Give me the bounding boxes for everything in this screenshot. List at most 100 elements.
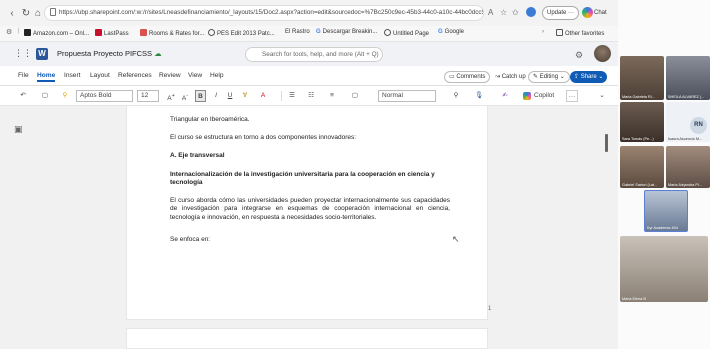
avatar[interactable] <box>594 45 611 62</box>
bookmarks-bar: ⚙ | Amazon.com – Onl... LastPass Rooms &… <box>0 26 618 42</box>
divider: | <box>18 28 20 34</box>
font-name-select[interactable]: Aptos Bold <box>76 90 133 102</box>
chat-button[interactable]: Chat <box>580 6 610 20</box>
font-size-select[interactable]: 12 <box>137 90 159 102</box>
tab-help[interactable]: Help <box>210 72 224 79</box>
globe-icon <box>208 29 215 36</box>
screen: { "browser": { "url": "https://ubp.share… <box>0 0 710 349</box>
back-icon[interactable]: ‹ <box>6 8 18 19</box>
catch-up-button[interactable]: ↝ Catch up <box>490 71 531 83</box>
doc-paragraph: El curso aborda cómo las universidades p… <box>170 197 450 221</box>
underline-button[interactable]: U <box>225 90 235 102</box>
page-number: 1 <box>488 306 492 312</box>
favorites-icon[interactable]: ✩ <box>512 8 519 17</box>
share-button[interactable]: ⇪ Share ⌄ <box>570 71 608 83</box>
chevron-down-icon[interactable]: ⌄ <box>598 90 606 102</box>
chevron-right-icon[interactable]: › <box>542 29 544 35</box>
gear-icon[interactable]: ⚙ <box>575 50 583 61</box>
catch-up-icon: ↝ <box>495 74 502 80</box>
find-icon[interactable]: ⚲ <box>451 90 461 102</box>
video-call-panel: Maria Gabriela Ri... SHEILA ALVAREZ (...… <box>618 0 710 349</box>
bullets-icon[interactable]: ☰ <box>287 90 297 102</box>
more-options-button[interactable]: ··· <box>566 90 578 102</box>
document-title[interactable]: Propuesta Proyecto PIFCSS ☁ <box>57 49 162 58</box>
grow-font-icon[interactable]: A+ <box>166 90 176 102</box>
style-select[interactable]: Normal <box>378 90 436 102</box>
favorite-star-icon[interactable]: ☆ <box>500 8 507 17</box>
participant-tile-large[interactable]: Maria Elena B <box>620 236 708 302</box>
format-painter-icon[interactable]: ⚲ <box>60 90 70 102</box>
home-toolbar: ↶ ▢ ⚲ Aptos Bold 12 A+ A- B I U ∀ A ☰ ☷ … <box>0 86 618 106</box>
url-input[interactable]: https://ubp.sharepoint.com/:w:/r/sites/L… <box>44 5 484 21</box>
bookmark-untitled[interactable]: Untitled Page <box>384 29 429 37</box>
scrollbar-thumb[interactable] <box>605 134 608 152</box>
undo-icon[interactable]: ↶ <box>18 90 28 102</box>
tab-insert[interactable]: Insert <box>64 72 81 79</box>
cloud-sync-icon: ☁ <box>154 49 162 58</box>
lastpass-icon <box>95 29 102 36</box>
tab-home[interactable]: Home <box>37 72 56 82</box>
participant-tile[interactable]: Maria Alejandra Pi... <box>666 146 710 188</box>
bookmark-lastpass[interactable]: LastPass <box>95 29 129 37</box>
bookmark-google[interactable]: G Google <box>438 29 464 35</box>
pencil-icon: ✎ <box>533 74 540 80</box>
tab-layout[interactable]: Layout <box>90 72 110 79</box>
read-aloud-icon[interactable]: A <box>488 8 493 17</box>
participant-tile[interactable]: Gabriel Sartori (Lat... <box>620 146 664 188</box>
participant-tile[interactable]: SHEILA ALVAREZ (... <box>666 56 710 100</box>
participant-tile[interactable]: Maria Gabriela Ri... <box>620 56 664 100</box>
settings-icon[interactable]: ⚙ <box>6 28 12 36</box>
doc-heading-a: A. Eje transversal <box>170 152 225 159</box>
bookmark-rooms[interactable]: Rooms & Rates for... <box>140 29 204 37</box>
update-button[interactable]: Update ··· <box>542 6 580 20</box>
search-input[interactable]: Search for tools, help, and more (Alt + … <box>245 47 383 62</box>
amazon-icon <box>24 29 31 36</box>
document-page-next[interactable] <box>126 328 488 349</box>
tab-view[interactable]: View <box>188 72 202 79</box>
shrink-font-icon[interactable]: A- <box>180 90 190 102</box>
highlight-icon[interactable]: ∀ <box>240 90 250 102</box>
comments-button[interactable]: ▭ Comments <box>444 71 491 83</box>
copilot-button[interactable]: Copilot <box>522 90 554 102</box>
ribbon-tabs: File Home Insert Layout References Revie… <box>0 66 618 86</box>
globe-icon <box>384 29 391 36</box>
doc-heading-b: Internacionalización de la investigación… <box>170 171 435 187</box>
cut-off-line <box>170 106 450 112</box>
app-launcher-icon[interactable]: ⋮⋮ <box>14 48 32 59</box>
avatar-initials: RN <box>690 117 707 134</box>
numbering-icon[interactable]: ☷ <box>306 90 316 102</box>
browser-address-bar: ‹ ↻ ⌂ https://ubp.sharepoint.com/:w:/r/s… <box>0 0 618 26</box>
bookmark-elrastro[interactable]: El Rastro <box>285 29 310 35</box>
tab-references[interactable]: References <box>118 72 152 79</box>
bookmark-pes[interactable]: PES Edit 2013 Patc... <box>208 29 275 37</box>
share-icon: ⇪ <box>574 74 581 80</box>
doc-intro: El curso se estructura en torno a dos co… <box>170 134 357 141</box>
dictate-icon[interactable]: 🎙 <box>474 90 484 102</box>
profile-icon[interactable] <box>526 7 536 17</box>
editor-icon[interactable]: ✍ <box>500 90 510 102</box>
shading-icon[interactable]: ▢ <box>350 90 360 102</box>
folder-icon <box>556 29 563 36</box>
tab-review[interactable]: Review <box>159 72 181 79</box>
italic-button[interactable]: I <box>211 90 221 102</box>
refresh-icon[interactable]: ↻ <box>20 8 32 19</box>
rooms-icon <box>140 29 147 36</box>
divider <box>281 91 282 101</box>
participant-tile-active[interactable]: Kyr Academia 404 <box>644 190 688 232</box>
navigation-pane-icon[interactable]: ▣ <box>14 124 23 135</box>
editing-mode-button[interactable]: ✎ Editing ⌄ <box>528 71 570 83</box>
bold-button[interactable]: B <box>195 90 206 102</box>
bookmark-amazon[interactable]: Amazon.com – Onl... <box>24 29 89 37</box>
bookmark-descargar[interactable]: G Descargar Breakin... <box>316 29 377 35</box>
align-icon[interactable]: ≡ <box>327 90 337 102</box>
other-favorites[interactable]: Other favorites <box>556 29 604 37</box>
font-color-icon[interactable]: A <box>258 90 268 102</box>
google-g-icon: G <box>438 29 443 35</box>
mouse-cursor-icon: ↖ <box>452 234 460 244</box>
home-icon[interactable]: ⌂ <box>32 8 44 19</box>
tab-file[interactable]: File <box>18 72 29 79</box>
doc-line-partial: Triangular en Iberoamérica. <box>170 116 250 123</box>
participant-tile[interactable]: Sara Tomás (Pe...) <box>620 102 664 142</box>
doc-focus: Se enfoca en: <box>170 236 211 243</box>
paste-icon[interactable]: ▢ <box>40 90 50 102</box>
